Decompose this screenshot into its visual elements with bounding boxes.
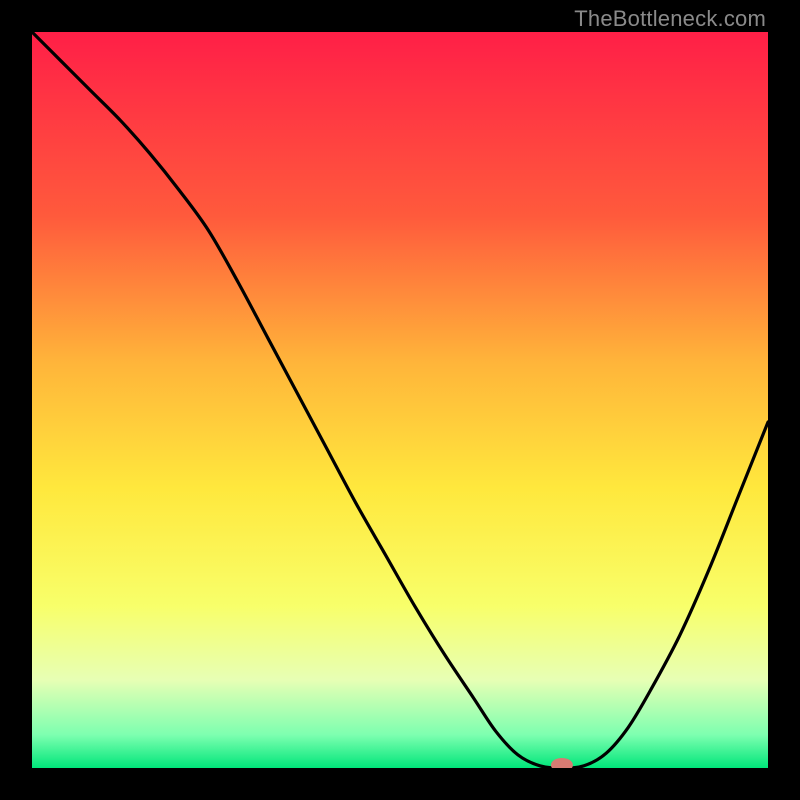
bottleneck-chart-svg — [32, 32, 768, 768]
watermark-label: TheBottleneck.com — [574, 6, 766, 32]
plot-area — [32, 32, 768, 768]
chart-frame: TheBottleneck.com — [0, 0, 800, 800]
